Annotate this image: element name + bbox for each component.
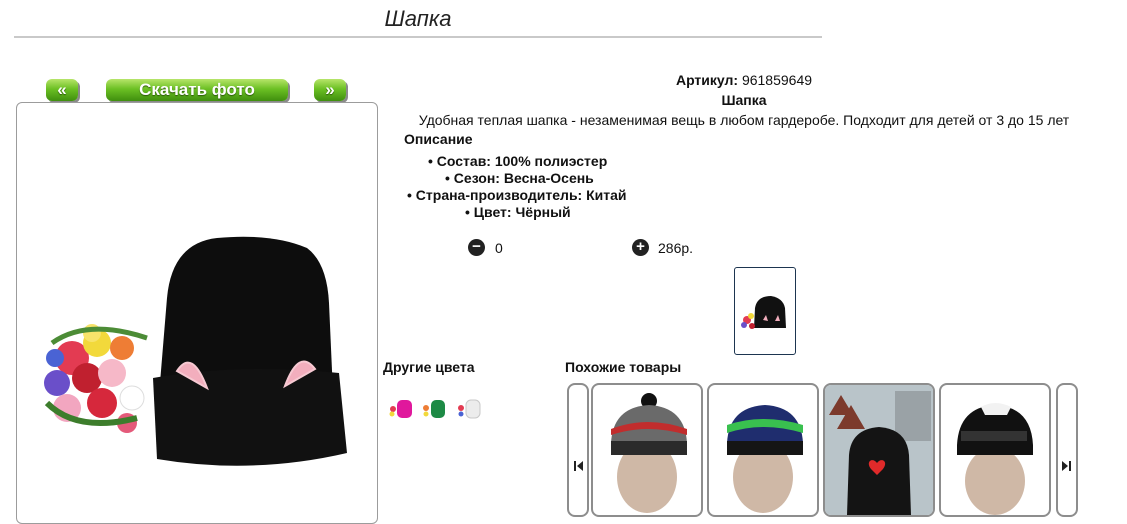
title-divider (14, 36, 822, 38)
description-heading: Описание (404, 131, 473, 147)
similar-product-1[interactable] (591, 383, 703, 517)
thumbnail-image (741, 296, 786, 329)
similar-product-3[interactable] (823, 383, 935, 517)
price-value: 286р. (658, 240, 694, 256)
article-line: Артикул: 961859649 (384, 72, 1104, 88)
similar-product-3-image (825, 385, 933, 515)
similar-product-4-image (957, 403, 1033, 515)
black-hat (153, 236, 347, 466)
spec-country: Страна-производитель: Китай (407, 187, 627, 203)
next-photo-button[interactable]: » (314, 79, 346, 101)
spec-color: Цвет: Чёрный (465, 204, 571, 220)
skip-forward-icon (1062, 461, 1071, 471)
similar-product-2[interactable] (707, 383, 819, 517)
flower-bouquet (44, 324, 148, 433)
page-title: Шапка (384, 6, 452, 31)
main-photo-frame[interactable] (16, 102, 378, 524)
white-hat-thumbnail (458, 399, 481, 419)
carousel-prev-button[interactable] (567, 383, 589, 517)
color-variant-white[interactable] (455, 396, 481, 422)
product-name: Шапка (721, 92, 767, 108)
similar-product-2-image (727, 405, 803, 513)
green-hat-thumbnail (423, 400, 445, 418)
spec-composition: Состав: 100% полиэстер (428, 153, 607, 169)
carousel-next-button[interactable] (1056, 383, 1078, 517)
product-description: Удобная теплая шапка - незаменимая вещь … (418, 112, 1070, 128)
photo-thumbnail[interactable] (734, 267, 796, 355)
prev-photo-button[interactable]: « (46, 79, 78, 101)
minus-circle-icon[interactable]: − (468, 239, 485, 256)
similar-products-heading: Похожие товары (565, 359, 682, 375)
color-variant-green[interactable] (420, 396, 446, 422)
color-variant-pink[interactable] (387, 396, 413, 422)
similar-product-4[interactable] (939, 383, 1051, 517)
similar-product-1-image (611, 393, 687, 513)
plus-circle-icon[interactable]: + (632, 239, 649, 256)
spec-season: Сезон: Весна-Осень (445, 170, 594, 186)
other-colors-heading: Другие цвета (383, 359, 475, 375)
quantity-value: 0 (495, 240, 503, 256)
skip-back-icon (574, 461, 583, 471)
article-value: 961859649 (741, 72, 813, 88)
download-photo-button[interactable]: Скачать фото (106, 79, 288, 101)
product-photo (44, 236, 347, 466)
article-label: Артикул: (675, 72, 739, 88)
pink-hat-thumbnail (389, 400, 412, 418)
